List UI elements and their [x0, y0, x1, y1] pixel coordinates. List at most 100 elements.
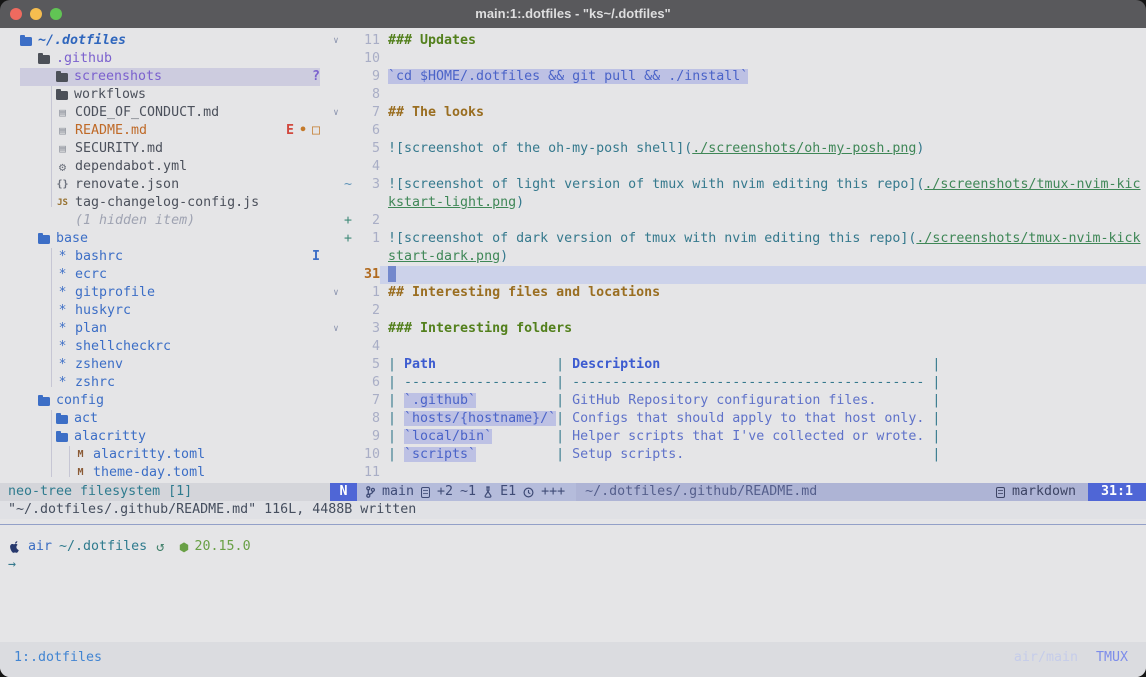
- editor-line[interactable]: 4: [330, 158, 1146, 176]
- tree-item-act[interactable]: act: [0, 410, 330, 428]
- line-number: 2: [354, 212, 380, 230]
- fold-column[interactable]: ∨: [330, 32, 342, 50]
- fold-column[interactable]: [330, 266, 342, 284]
- tree-item--github[interactable]: .github: [0, 50, 330, 68]
- tree-item-gitprofile[interactable]: * gitprofile: [0, 284, 330, 302]
- tree-item-alacritty[interactable]: alacritty: [0, 428, 330, 446]
- markdown-link[interactable]: ./screenshots/tmux-nvim-kick: [916, 231, 1140, 246]
- shell-pane[interactable]: air ~/.dotfiles ↺ 20.15.0 →: [0, 524, 1146, 642]
- fold-column[interactable]: [330, 338, 342, 356]
- tree-item-security-md[interactable]: ▤ SECURITY.md: [0, 140, 330, 158]
- zoom-button[interactable]: [50, 8, 62, 20]
- editor-line[interactable]: ∨ 11 ### Updates: [330, 32, 1146, 50]
- editor-line[interactable]: 10: [330, 50, 1146, 68]
- tree-item-renovate-json[interactable]: {} renovate.json: [0, 176, 330, 194]
- tree-item-workflows[interactable]: workflows: [0, 86, 330, 104]
- tree-item-code-of-conduct-md[interactable]: ▤ CODE_OF_CONDUCT.md: [0, 104, 330, 122]
- fold-column[interactable]: [330, 122, 342, 140]
- editor-line[interactable]: 11: [330, 464, 1146, 482]
- fold-column[interactable]: [330, 50, 342, 68]
- tree-item-bashrc[interactable]: * bashrc I: [0, 248, 330, 266]
- tree-item-dependabot-yml[interactable]: ⚙ dependabot.yml: [0, 158, 330, 176]
- fold-column[interactable]: [330, 464, 342, 482]
- editor-line[interactable]: 2: [330, 302, 1146, 320]
- tree-item-base[interactable]: base: [0, 230, 330, 248]
- editor-line[interactable]: 9 `cd $HOME/.dotfiles && git pull && ./i…: [330, 68, 1146, 86]
- fold-column[interactable]: [330, 158, 342, 176]
- cursor-position-badge: 31:1: [1088, 483, 1146, 501]
- tmux-window-name[interactable]: 1:.dotfiles: [14, 649, 102, 677]
- tree-item-readme-md[interactable]: ▤ README.md E•□: [0, 122, 330, 140]
- fold-column[interactable]: [330, 302, 342, 320]
- editor-line[interactable]: ∨ 7 ## The looks: [330, 104, 1146, 122]
- editor-line[interactable]: 9 | `local/bin` | Helper scripts that I'…: [330, 428, 1146, 446]
- markdown-link[interactable]: start-dark.png: [388, 249, 500, 264]
- tree-item-ecrc[interactable]: * ecrc: [0, 266, 330, 284]
- editor-line[interactable]: start-dark.png): [330, 248, 1146, 266]
- line-text: | `hosts/{hostname}/`| Configs that shou…: [380, 410, 1146, 428]
- tree-item-alacritty-toml[interactable]: M alacritty.toml: [0, 446, 330, 464]
- fold-column[interactable]: [330, 86, 342, 104]
- fold-column[interactable]: [330, 446, 342, 464]
- minimize-button[interactable]: [30, 8, 42, 20]
- tree-item-shellcheckrc[interactable]: * shellcheckrc: [0, 338, 330, 356]
- markdown-link[interactable]: ./screenshots/oh-my-posh.png: [692, 141, 916, 156]
- tree-item-zshenv[interactable]: * zshenv: [0, 356, 330, 374]
- fold-column[interactable]: ∨: [330, 320, 342, 338]
- editor-line[interactable]: ∨ 3 ### Interesting folders: [330, 320, 1146, 338]
- tree-item-config[interactable]: config: [0, 392, 330, 410]
- fold-column[interactable]: [330, 68, 342, 86]
- tree-item--1-hidden-item-[interactable]: (1 hidden item): [0, 212, 330, 230]
- editor-line[interactable]: 5 | Path | Description |: [330, 356, 1146, 374]
- markdown-link[interactable]: ./screenshots/tmux-nvim-kic: [924, 177, 1140, 192]
- tree-item-huskyrc[interactable]: * huskyrc: [0, 302, 330, 320]
- fold-column[interactable]: [330, 428, 342, 446]
- fold-column[interactable]: ∨: [330, 104, 342, 122]
- editor-line[interactable]: 31: [330, 266, 1146, 284]
- editor-line[interactable]: kstart-light.png): [330, 194, 1146, 212]
- editor-line[interactable]: 4: [330, 338, 1146, 356]
- editor-line[interactable]: 6: [330, 122, 1146, 140]
- tree-item-zshrc[interactable]: * zshrc: [0, 374, 330, 392]
- editor-line[interactable]: 6 | ------------------ | ---------------…: [330, 374, 1146, 392]
- sign-column: [342, 464, 354, 482]
- editor-line[interactable]: 10 | `scripts` | Setup scripts. |: [330, 446, 1146, 464]
- fold-column[interactable]: [330, 176, 342, 194]
- editor-line[interactable]: 7 | `.github` | GitHub Repository config…: [330, 392, 1146, 410]
- editor-line[interactable]: + 2: [330, 212, 1146, 230]
- star-icon: *: [56, 320, 69, 338]
- file-path: ~/.dotfiles/.github/README.md: [576, 483, 996, 501]
- fold-column[interactable]: [330, 392, 342, 410]
- tree-item-plan[interactable]: * plan: [0, 320, 330, 338]
- markdown-link[interactable]: kstart-light.png: [388, 195, 516, 210]
- editor-line[interactable]: 8: [330, 86, 1146, 104]
- editor-pane[interactable]: ∨ 11 ### Updates 10 9 `cd $HOME/.dotfile…: [330, 28, 1146, 483]
- fold-column[interactable]: ∨: [330, 284, 342, 302]
- line-number: 7: [354, 392, 380, 410]
- sign-column: [342, 104, 354, 122]
- editor-line[interactable]: 8 | `hosts/{hostname}/`| Configs that sh…: [330, 410, 1146, 428]
- sign-column: ~: [342, 176, 354, 194]
- fold-column[interactable]: [330, 140, 342, 158]
- fold-column[interactable]: [330, 374, 342, 392]
- tree-item--dotfiles[interactable]: ~/.dotfiles: [0, 32, 330, 50]
- neo-tree-panel[interactable]: ~/.dotfiles .github screenshots ? workfl…: [0, 28, 330, 483]
- fold-column[interactable]: [330, 230, 342, 248]
- tree-item-screenshots[interactable]: screenshots ?: [0, 68, 330, 86]
- line-number: 3: [354, 176, 380, 194]
- line-text: [380, 338, 1146, 356]
- tree-item-tag-changelog-config-js[interactable]: JS tag-changelog-config.js: [0, 194, 330, 212]
- close-button[interactable]: [10, 8, 22, 20]
- editor-line[interactable]: + 1 ![screenshot of dark version of tmux…: [330, 230, 1146, 248]
- traffic-lights: [10, 8, 62, 20]
- fold-column[interactable]: [330, 248, 342, 266]
- text-segment: |: [556, 411, 572, 426]
- fold-column[interactable]: [330, 212, 342, 230]
- fold-column[interactable]: [330, 194, 342, 212]
- fold-column[interactable]: [330, 356, 342, 374]
- fold-column[interactable]: [330, 410, 342, 428]
- editor-line[interactable]: 5 ![screenshot of the oh-my-posh shell](…: [330, 140, 1146, 158]
- editor-line[interactable]: ~ 3 ![screenshot of light version of tmu…: [330, 176, 1146, 194]
- tree-item-theme-day-toml[interactable]: M theme-day.toml: [0, 464, 330, 482]
- editor-line[interactable]: ∨ 1 ## Interesting files and locations: [330, 284, 1146, 302]
